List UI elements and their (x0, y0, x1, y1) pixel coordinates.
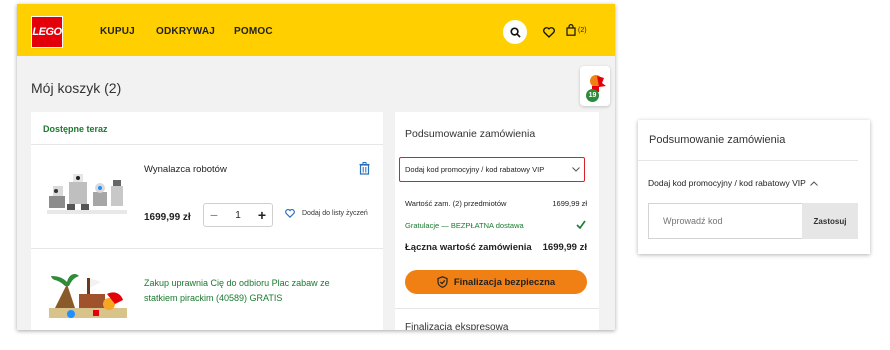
divider (395, 308, 599, 309)
robot-set-image (47, 174, 127, 214)
total-value: 1699,99 zł (542, 242, 587, 253)
shop-screenshot: LEGO KUPUJ ODKRYWAJ POMOC (2) Mój koszyk… (17, 4, 615, 330)
remove-item-button[interactable] (359, 162, 370, 180)
apply-code-button[interactable]: Zastosuj (802, 203, 858, 239)
cart-panel: Dostępne teraz Wynalazca robotów 1699,99… (31, 112, 383, 330)
decrease-quantity-button[interactable]: − (204, 207, 224, 223)
divider (638, 160, 858, 161)
wishlist-button[interactable] (543, 25, 555, 43)
rewards-widget[interactable]: 19 (580, 66, 610, 106)
lego-logo[interactable]: LEGO (31, 16, 63, 48)
heart-icon (543, 27, 555, 38)
increase-quantity-button[interactable]: + (252, 207, 272, 223)
wishlist-label: Dodaj do listy życzeń (302, 210, 368, 217)
cart-button[interactable]: (2) (566, 24, 587, 36)
nav-odkrywaj[interactable]: ODKRYWAJ (156, 26, 215, 37)
shopping-bag-icon (566, 24, 576, 36)
reward-points-badge: 19 (586, 89, 599, 102)
free-gift-promo-text[interactable]: Zakup uprawnia Cię do odbioru Plac zabaw… (144, 276, 354, 306)
promo-code-zoom-panel: Podsumowanie zamówienia Dodaj kod promoc… (638, 120, 870, 254)
nav-kupuj[interactable]: KUPUJ (100, 26, 135, 37)
search-icon (509, 26, 521, 38)
checkmark-icon (576, 220, 586, 229)
quantity-stepper: − 1 + (203, 203, 273, 227)
chevron-up-icon (809, 180, 818, 186)
add-to-wishlist-button[interactable]: Dodaj do listy życzeń (285, 209, 368, 218)
pirate-ship-playground-image (49, 274, 127, 318)
promo-code-toggle[interactable]: Dodaj kod promocyjny / kod rabatowy VIP (648, 178, 818, 188)
cart-count: (2) (578, 26, 587, 34)
heart-outline-icon (285, 209, 295, 218)
shield-check-icon (437, 276, 448, 288)
order-summary-title: Podsumowanie zamówienia (649, 134, 786, 146)
product-name[interactable]: Wynalazca robotów (144, 164, 227, 175)
page-title: Mój koszyk (2) (31, 80, 122, 96)
subtotal-label: Wartość zam. (2) przedmiotów (405, 199, 507, 208)
subtotal-value: 1699,99 zł (552, 199, 587, 208)
chevron-down-icon (572, 167, 580, 172)
total-label: Łączna wartość zamówienia (405, 242, 532, 253)
order-summary-panel: Podsumowanie zamówienia Dodaj kod promoc… (395, 112, 599, 330)
divider (31, 144, 383, 145)
quantity-value[interactable]: 1 (235, 210, 241, 221)
promo-code-toggle[interactable]: Dodaj kod promocyjny / kod rabatowy VIP (399, 157, 585, 182)
search-button[interactable] (503, 20, 527, 44)
express-checkout-heading: Finalizacja ekspresowa (405, 322, 509, 330)
availability-heading: Dostępne teraz (43, 124, 108, 134)
top-navigation-bar: LEGO KUPUJ ODKRYWAJ POMOC (2) (17, 4, 615, 56)
free-shipping-label: Gratulacje — BEZPŁATNA dostawa (405, 221, 524, 230)
trash-icon (359, 162, 370, 175)
nav-pomoc[interactable]: POMOC (234, 26, 273, 37)
order-summary-title: Podsumowanie zamówienia (405, 128, 536, 140)
checkout-label: Finalizacja bezpieczna (453, 276, 556, 288)
product-price: 1699,99 zł (144, 212, 191, 223)
promo-code-input[interactable] (648, 203, 802, 239)
promo-code-label: Dodaj kod promocyjny / kod rabatowy VIP (648, 178, 806, 188)
promo-code-label: Dodaj kod promocyjny / kod rabatowy VIP (405, 165, 545, 174)
secure-checkout-button[interactable]: Finalizacja bezpieczna (405, 270, 587, 294)
divider (31, 248, 383, 249)
